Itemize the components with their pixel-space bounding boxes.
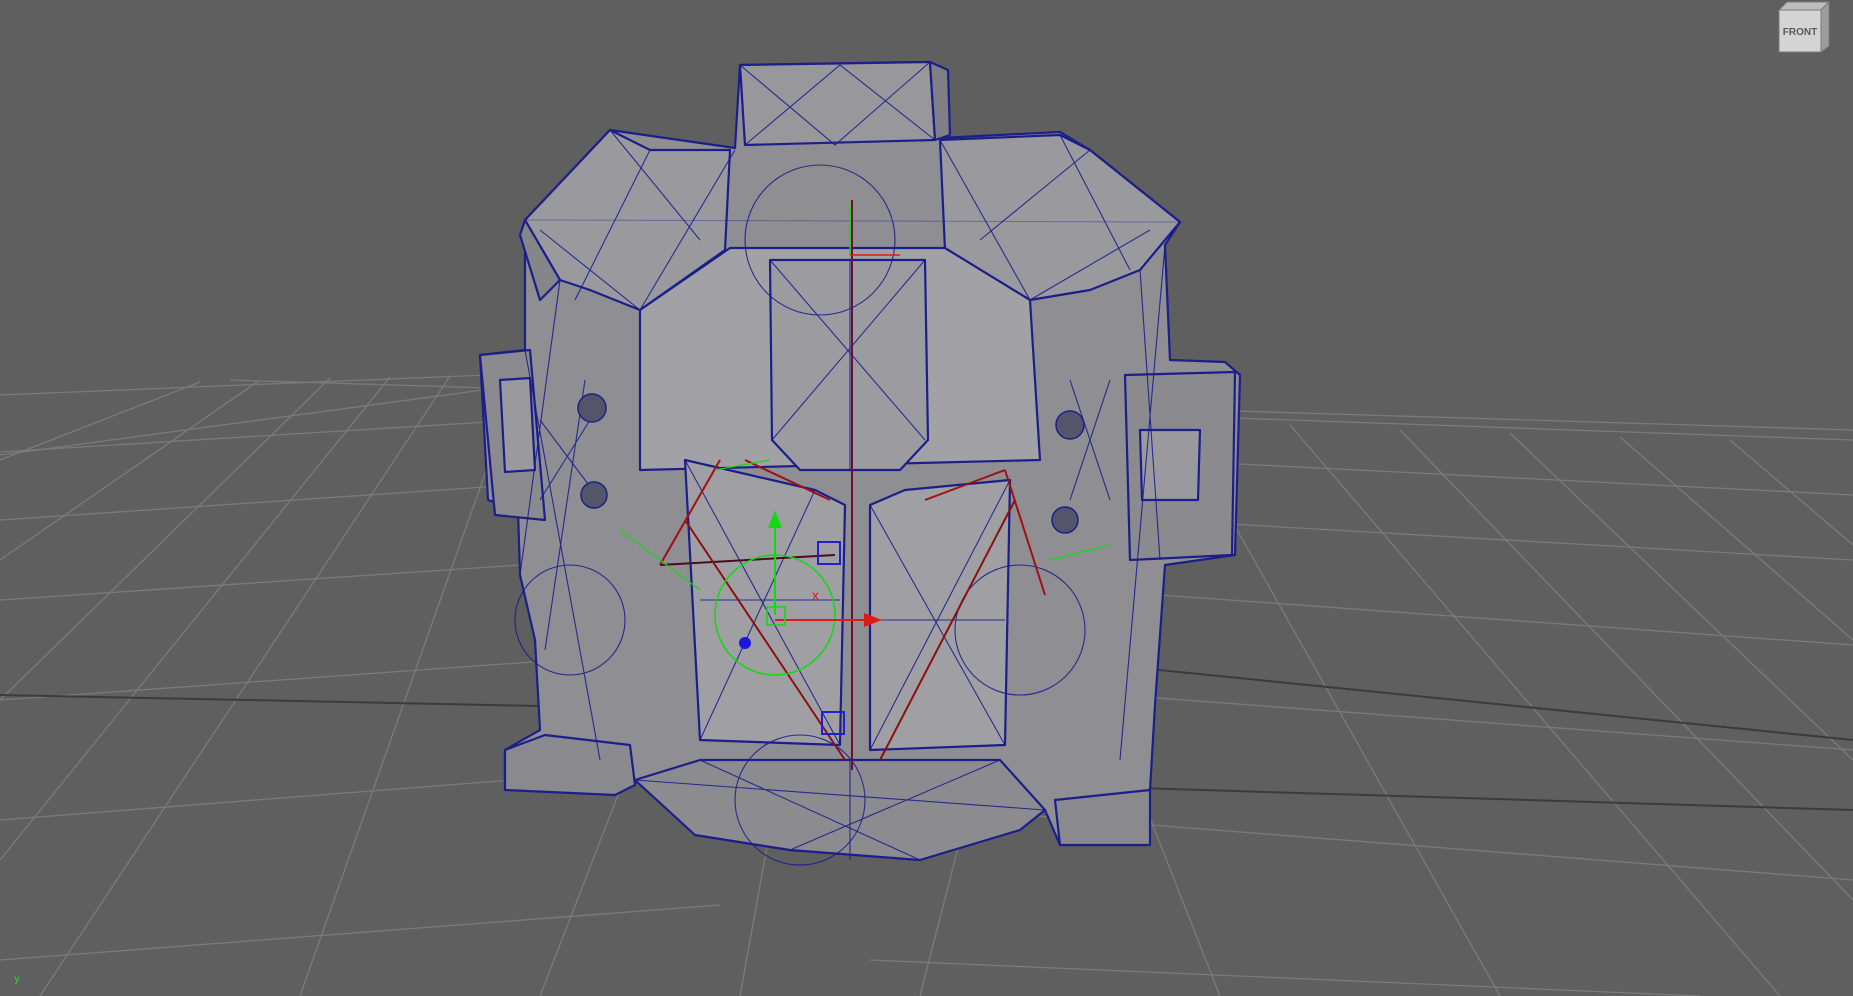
view-cube-face-label: FRONT (1783, 27, 1817, 38)
mesh-foot-left (503, 733, 637, 797)
mesh-door-left (683, 458, 847, 747)
mesh-top-block (738, 60, 937, 147)
mesh-bottom-step (633, 758, 1047, 862)
axis-up-label: y (14, 974, 21, 985)
axis-indicator: y (14, 974, 34, 988)
view-cube[interactable]: FRONT (1777, 0, 1831, 54)
mesh-foot-right (1053, 788, 1152, 847)
3d-viewport[interactable]: x FRONT y (0, 0, 1853, 996)
mesh-window (768, 258, 930, 472)
door-frame-mesh[interactable] (478, 60, 1242, 862)
gizmo-x-label: x (812, 587, 819, 603)
view-cube-icon: FRONT (1777, 0, 1831, 53)
gizmo-z-handle (739, 637, 751, 649)
viewport-scene[interactable]: x (0, 0, 1853, 996)
